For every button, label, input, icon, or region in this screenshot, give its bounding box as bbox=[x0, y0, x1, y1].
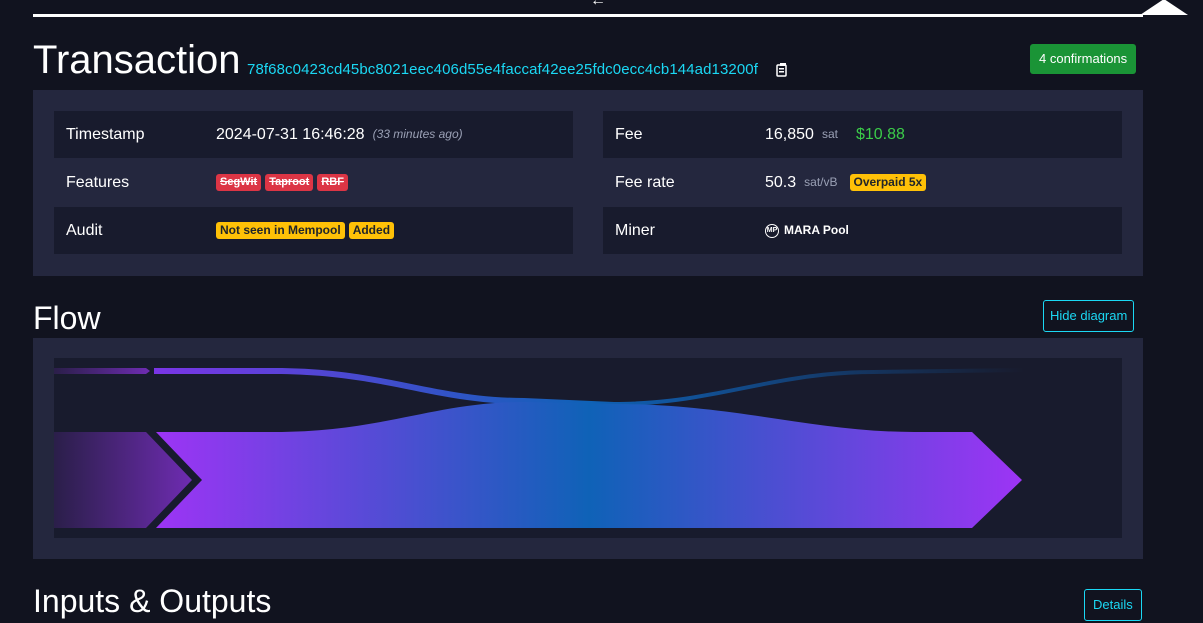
inputs-outputs-heading: Inputs & Outputs bbox=[33, 583, 272, 619]
feature-badge-rbf[interactable]: RBF bbox=[317, 174, 348, 191]
copy-icon[interactable] bbox=[776, 62, 790, 78]
fee-rate-value: 50.3 bbox=[765, 174, 797, 191]
audit-badge-added: Added bbox=[348, 222, 395, 239]
flow-main-output[interactable] bbox=[156, 402, 1022, 528]
flow-heading: Flow bbox=[33, 300, 101, 336]
hide-diagram-button[interactable]: Hide diagram bbox=[1043, 300, 1135, 332]
flow-input-small[interactable] bbox=[54, 368, 150, 374]
page-title: Transaction bbox=[33, 38, 241, 82]
confirmations-badge: 4 confirmations bbox=[1030, 44, 1137, 74]
fee-value: 16,850 bbox=[765, 126, 814, 143]
fee-label: Fee bbox=[615, 126, 643, 143]
txid-link[interactable]: 78f68c0423cd45bc8021eec406d55e4faccaf42e… bbox=[247, 60, 758, 80]
flow-fee-line[interactable] bbox=[154, 368, 1024, 406]
mara-pool-logo-icon: MP bbox=[765, 223, 779, 238]
overpaid-badge[interactable]: Overpaid 5x bbox=[849, 174, 927, 191]
features-label: Features bbox=[66, 174, 130, 191]
fee-usd: $10.88 bbox=[855, 126, 905, 143]
details-button[interactable]: Details bbox=[1084, 589, 1142, 621]
audit-label: Audit bbox=[66, 222, 103, 239]
top-divider bbox=[33, 14, 1143, 17]
miner-link[interactable]: MP MARA Pool bbox=[765, 207, 849, 254]
fee-rate-row: Fee rate 50.3 sat/vB Overpaid 5x bbox=[603, 159, 1122, 206]
fee-rate-unit: sat/vB bbox=[804, 175, 838, 189]
features-row: Features SegWit Taproot RBF bbox=[54, 159, 573, 206]
audit-badge-not-seen: Not seen in Mempool bbox=[216, 222, 345, 239]
miner-label: Miner bbox=[615, 222, 656, 239]
timestamp-label: Timestamp bbox=[66, 126, 145, 143]
timestamp-row: Timestamp 2024-07-31 16:46:28 (33 minute… bbox=[54, 111, 573, 158]
feature-badge-segwit[interactable]: SegWit bbox=[216, 174, 262, 191]
audit-row: Audit Not seen in Mempool Added bbox=[54, 207, 573, 254]
fee-row: Fee 16,850 sat $10.88 bbox=[603, 111, 1122, 158]
feature-badge-taproot[interactable]: Taproot bbox=[265, 174, 314, 191]
scroll-top-triangle-icon[interactable] bbox=[1140, 0, 1188, 15]
timestamp-relative: (33 minutes ago) bbox=[372, 127, 463, 141]
back-arrow-icon[interactable]: ← bbox=[590, 0, 606, 11]
flow-diagram[interactable] bbox=[54, 358, 1122, 538]
details-panel: Timestamp 2024-07-31 16:46:28 (33 minute… bbox=[33, 90, 1143, 276]
fee-unit: sat bbox=[821, 127, 838, 141]
timestamp-value: 2024-07-31 16:46:28 bbox=[216, 126, 365, 143]
flow-panel bbox=[33, 338, 1143, 559]
fee-rate-label: Fee rate bbox=[615, 174, 675, 191]
miner-name: MARA Pool bbox=[784, 223, 849, 237]
miner-row: Miner MP MARA Pool bbox=[603, 207, 1122, 254]
